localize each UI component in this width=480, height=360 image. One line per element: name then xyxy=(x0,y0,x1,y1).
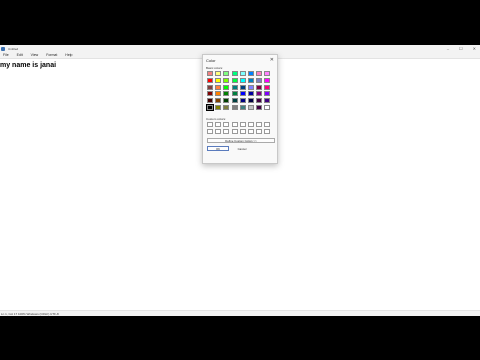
basic-color-swatch[interactable] xyxy=(223,104,230,110)
basic-color-swatch[interactable] xyxy=(256,77,263,83)
basic-color-swatch[interactable] xyxy=(215,104,222,110)
document-text[interactable]: my name is janai xyxy=(0,62,56,69)
basic-color-swatch[interactable] xyxy=(256,98,263,104)
status-text: Ln 1, Col 17 100% Windows (CRLF) UTF-8 xyxy=(1,311,59,316)
basic-color-swatch[interactable] xyxy=(207,98,213,104)
window-controls: – ☐ ✕ xyxy=(447,45,476,52)
dialog-title: Color xyxy=(206,58,216,63)
basic-color-swatch[interactable] xyxy=(207,71,213,76)
basic-color-swatch[interactable] xyxy=(256,104,263,110)
window-title: Untitled xyxy=(8,46,19,51)
menu-view[interactable]: View xyxy=(31,53,39,57)
basic-color-swatch[interactable] xyxy=(215,84,222,90)
custom-color-swatch[interactable] xyxy=(207,128,213,134)
basic-color-swatch[interactable] xyxy=(239,77,246,83)
basic-color-swatch[interactable] xyxy=(215,71,222,76)
custom-colors-label: Custom colors: xyxy=(206,117,227,121)
basic-colors-label: Basic colors: xyxy=(206,66,224,70)
basic-color-swatch[interactable] xyxy=(239,91,246,97)
custom-color-swatch[interactable] xyxy=(223,128,230,134)
custom-color-swatch[interactable] xyxy=(215,122,222,127)
color-dialog: Color ✕ Basic colors: Custom colors: Def… xyxy=(202,54,278,164)
basic-color-swatch[interactable] xyxy=(207,77,213,83)
basic-color-swatch[interactable] xyxy=(215,91,222,97)
basic-color-swatch[interactable] xyxy=(264,77,271,83)
close-window-button[interactable]: ✕ xyxy=(473,45,476,52)
basic-color-swatch[interactable] xyxy=(256,84,263,90)
basic-color-swatch[interactable] xyxy=(256,71,263,76)
basic-color-swatch[interactable] xyxy=(264,71,271,76)
basic-color-swatch[interactable] xyxy=(215,77,222,83)
status-bar: Ln 1, Col 17 100% Windows (CRLF) UTF-8 xyxy=(0,310,480,316)
menu-file[interactable]: File xyxy=(3,53,9,57)
custom-color-swatch[interactable] xyxy=(256,128,263,134)
basic-color-swatch[interactable] xyxy=(207,91,213,97)
basic-color-swatch[interactable] xyxy=(207,84,213,90)
basic-color-swatch[interactable] xyxy=(239,98,246,104)
window-titlebar: Untitled – ☐ ✕ xyxy=(0,45,480,52)
basic-color-swatch[interactable] xyxy=(231,71,238,76)
custom-color-swatch[interactable] xyxy=(247,128,254,134)
basic-color-swatch[interactable] xyxy=(206,103,214,111)
basic-colors-grid xyxy=(206,71,271,111)
menu-edit[interactable]: Edit xyxy=(17,53,23,57)
custom-colors-grid xyxy=(207,122,271,134)
basic-color-swatch[interactable] xyxy=(264,91,271,97)
basic-color-swatch[interactable] xyxy=(264,104,271,110)
basic-color-swatch[interactable] xyxy=(239,84,246,90)
basic-color-swatch[interactable] xyxy=(247,77,254,83)
close-icon[interactable]: ✕ xyxy=(270,57,274,63)
cancel-button[interactable]: Cancel xyxy=(231,146,253,151)
custom-color-swatch[interactable] xyxy=(239,122,246,127)
menu-help[interactable]: Help xyxy=(65,53,72,57)
basic-color-swatch[interactable] xyxy=(231,98,238,104)
custom-color-swatch[interactable] xyxy=(264,122,271,127)
ok-button[interactable]: OK xyxy=(207,146,229,151)
basic-color-swatch[interactable] xyxy=(247,91,254,97)
custom-color-swatch[interactable] xyxy=(247,122,254,127)
minimize-button[interactable]: – xyxy=(447,45,449,52)
custom-color-swatch[interactable] xyxy=(239,128,246,134)
basic-color-swatch[interactable] xyxy=(215,98,222,104)
basic-color-swatch[interactable] xyxy=(231,77,238,83)
basic-color-swatch[interactable] xyxy=(247,84,254,90)
custom-color-swatch[interactable] xyxy=(223,122,230,127)
basic-color-swatch[interactable] xyxy=(231,84,238,90)
basic-color-swatch[interactable] xyxy=(239,104,246,110)
menu-format[interactable]: Format xyxy=(46,53,57,57)
notepad-icon xyxy=(1,46,5,51)
basic-color-swatch[interactable] xyxy=(247,98,254,104)
basic-color-swatch[interactable] xyxy=(247,71,254,76)
basic-color-swatch[interactable] xyxy=(231,104,238,110)
custom-color-swatch[interactable] xyxy=(215,128,222,134)
basic-color-swatch[interactable] xyxy=(223,77,230,83)
basic-color-swatch[interactable] xyxy=(223,91,230,97)
custom-color-swatch[interactable] xyxy=(207,122,213,127)
basic-color-swatch[interactable] xyxy=(264,98,271,104)
basic-color-swatch[interactable] xyxy=(223,98,230,104)
basic-color-swatch[interactable] xyxy=(223,71,230,76)
custom-color-swatch[interactable] xyxy=(231,122,238,127)
maximize-button[interactable]: ☐ xyxy=(459,45,463,52)
basic-color-swatch[interactable] xyxy=(247,104,254,110)
define-custom-colors-button[interactable]: Define Custom Colors >> xyxy=(207,138,275,143)
custom-color-swatch[interactable] xyxy=(264,128,271,134)
basic-color-swatch[interactable] xyxy=(231,91,238,97)
custom-color-swatch[interactable] xyxy=(231,128,238,134)
custom-color-swatch[interactable] xyxy=(256,122,263,127)
basic-color-swatch[interactable] xyxy=(239,71,246,76)
basic-color-swatch[interactable] xyxy=(256,91,263,97)
basic-color-swatch[interactable] xyxy=(264,84,271,90)
basic-color-swatch[interactable] xyxy=(223,84,230,90)
